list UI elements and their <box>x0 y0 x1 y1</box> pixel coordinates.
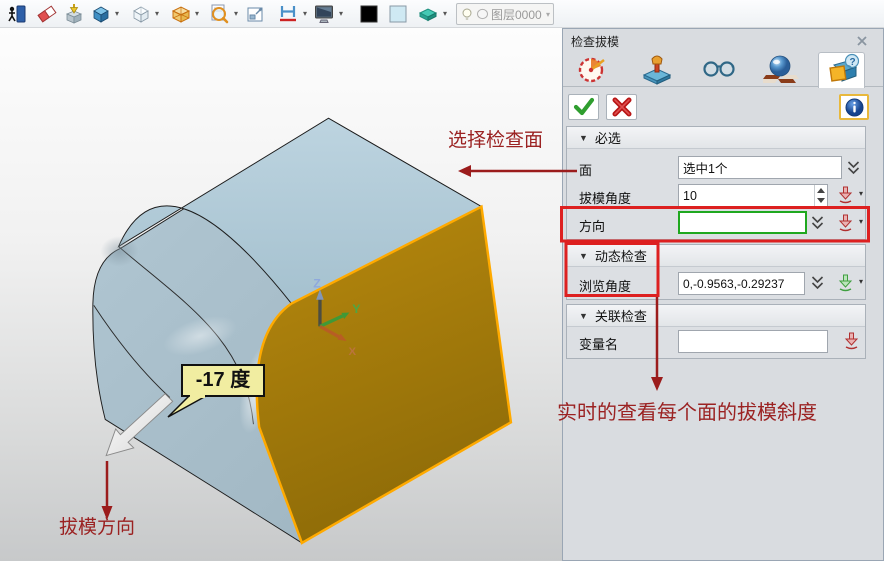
insert-green-dropdown[interactable]: ▾ <box>856 277 866 286</box>
triad-z-label: Z <box>313 276 321 290</box>
close-icon[interactable] <box>855 34 869 48</box>
x-icon <box>611 97 633 117</box>
browse-angle-label: 浏览角度 <box>579 276 631 295</box>
insert-red-icon[interactable] <box>837 213 854 232</box>
section-required-header[interactable]: ▼ 必选 <box>567 127 865 149</box>
insert-red-dropdown[interactable]: ▾ <box>856 189 866 198</box>
tab-draft-check-icon[interactable]: ? <box>826 53 862 85</box>
model-canvas: Z Y X <box>0 28 562 561</box>
browse-angle-input[interactable] <box>678 272 805 295</box>
eraser-icon[interactable] <box>36 3 58 25</box>
insert-red-icon[interactable] <box>843 331 860 350</box>
annotation-select-face: 选择检查面 <box>448 125 543 152</box>
orange-cube-dropdown[interactable]: ▾ <box>192 9 202 18</box>
direction-input[interactable] <box>678 211 807 234</box>
expand-chevrons-icon[interactable] <box>811 275 824 290</box>
exit-icon[interactable] <box>5 3 27 25</box>
tab-glasses-icon[interactable] <box>701 53 737 85</box>
insert-red-icon[interactable] <box>837 185 854 204</box>
wireframe-cube-dropdown[interactable]: ▾ <box>152 9 162 18</box>
insert-red-dropdown[interactable]: ▾ <box>856 217 866 226</box>
lightbulb-icon <box>460 6 474 22</box>
resize-window-icon[interactable] <box>244 3 266 25</box>
variable-name-label: 变量名 <box>579 334 618 353</box>
draft-angle-spinner[interactable] <box>814 185 827 206</box>
blue-color-swatch[interactable] <box>387 3 409 25</box>
face-style-icon[interactable] <box>417 3 439 25</box>
section-title: 关联检查 <box>595 306 647 325</box>
section-title: 必选 <box>595 128 621 147</box>
section-box-icon[interactable] <box>63 3 85 25</box>
fit-dropdown[interactable]: ▾ <box>300 9 310 18</box>
tab-draft-gauge-icon[interactable] <box>576 53 612 85</box>
info-icon <box>845 98 864 117</box>
face-input[interactable] <box>678 156 842 179</box>
face-style-dropdown[interactable]: ▾ <box>440 9 450 18</box>
cancel-x-button[interactable] <box>606 94 637 120</box>
info-button[interactable] <box>839 94 869 120</box>
section-linked-header[interactable]: ▼ 关联检查 <box>567 305 865 327</box>
ok-check-button[interactable] <box>568 94 599 120</box>
collapse-triangle-icon: ▼ <box>579 133 588 143</box>
circle-icon <box>476 7 489 21</box>
draft-angle-input[interactable] <box>678 184 828 207</box>
annotation-realtime-view: 实时的查看每个面的拔模斜度 <box>557 396 869 425</box>
tab-stamp-icon[interactable] <box>639 53 675 85</box>
viewport-3d[interactable]: Z Y X <box>0 28 562 561</box>
shaded-cube-icon[interactable] <box>90 3 112 25</box>
shaded-cube-dropdown[interactable]: ▾ <box>112 9 122 18</box>
draft-angle-callout: -17 度 <box>181 364 265 397</box>
triad-x-label: X <box>348 346 356 358</box>
display-dropdown[interactable]: ▾ <box>336 9 346 18</box>
draft-check-dialog: 检查拔模 <box>562 28 884 561</box>
layer-combo-dropdown[interactable]: ▾ <box>546 10 550 19</box>
draft-angle-label: 拔模角度 <box>579 188 631 207</box>
zoom-dropdown[interactable]: ▾ <box>231 9 241 18</box>
direction-label: 方向 <box>579 216 605 235</box>
check-icon <box>572 97 596 117</box>
expand-chevrons-icon[interactable] <box>847 160 860 175</box>
variable-name-input[interactable] <box>678 330 828 353</box>
face-label: 面 <box>579 160 592 179</box>
collapse-triangle-icon: ▼ <box>579 251 588 261</box>
section-dynamic-header[interactable]: ▼ 动态检查 <box>567 245 865 267</box>
main-toolbar: ▾ ▾ ▾ ▾ ▾ ▾ <box>0 0 884 28</box>
insert-green-icon[interactable] <box>837 273 854 292</box>
zoom-document-icon[interactable] <box>208 3 230 25</box>
spinner-up-icon[interactable] <box>817 188 825 194</box>
layer-combo[interactable]: 图层0000 ▾ <box>456 3 554 25</box>
display-icon[interactable] <box>313 3 335 25</box>
triad-y-label: Y <box>352 302 361 316</box>
orange-wireframe-cube-icon[interactable] <box>170 3 192 25</box>
layer-combo-value: 图层0000 <box>491 6 544 23</box>
wireframe-cube-icon[interactable] <box>130 3 152 25</box>
fit-width-icon[interactable] <box>277 3 299 25</box>
model-body[interactable] <box>93 118 511 543</box>
black-color-swatch[interactable] <box>358 3 380 25</box>
collapse-triangle-icon: ▼ <box>579 311 588 321</box>
annotation-draft-direction: 拔模方向 <box>59 512 135 539</box>
dialog-title: 检查拔模 <box>571 33 619 50</box>
svg-text:?: ? <box>850 57 856 68</box>
section-title: 动态检查 <box>595 246 647 265</box>
tab-sphere-render-icon[interactable] <box>763 53 799 85</box>
spinner-down-icon[interactable] <box>817 197 825 203</box>
expand-chevrons-icon[interactable] <box>811 215 824 230</box>
